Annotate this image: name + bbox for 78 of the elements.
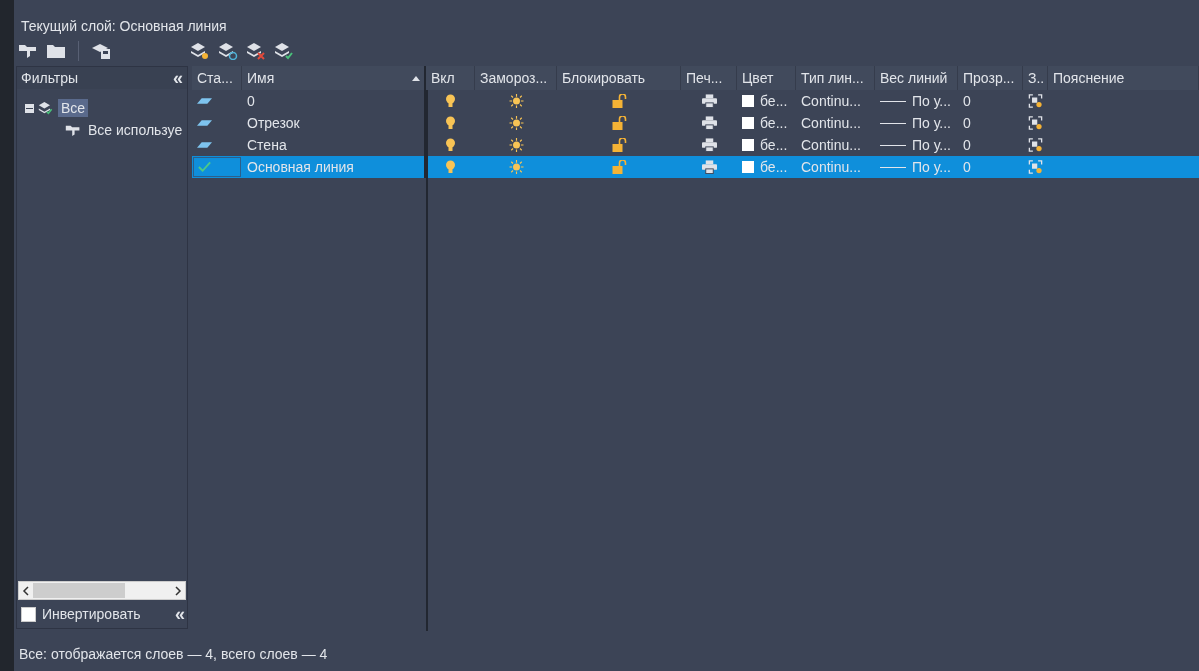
lightbulb-on-icon[interactable] bbox=[443, 116, 458, 130]
layer-row[interactable]: 0 бе... Continu... По у... 0 bbox=[192, 90, 1199, 112]
transparency-value: 0 bbox=[963, 115, 971, 131]
column-header[interactable]: Вкл bbox=[426, 66, 475, 90]
layer-name: Основная линия bbox=[247, 159, 354, 175]
column-header[interactable]: Прозр... bbox=[958, 66, 1023, 90]
transparency-value: 0 bbox=[963, 159, 971, 175]
open-lock-icon[interactable] bbox=[611, 94, 627, 108]
open-lock-icon[interactable] bbox=[611, 116, 627, 130]
viewport-freeze-icon[interactable] bbox=[1028, 138, 1043, 152]
transparency-value: 0 bbox=[963, 93, 971, 109]
sort-ascending-icon bbox=[412, 76, 420, 81]
collapse-button[interactable]: « bbox=[171, 69, 185, 87]
folder-icon[interactable] bbox=[46, 42, 66, 60]
tree-item[interactable]: Все используе bbox=[85, 121, 186, 139]
invert-checkbox[interactable] bbox=[21, 606, 36, 622]
column-header[interactable]: Вес линий bbox=[875, 66, 958, 90]
status-text: Все: отображается слоев — 4, всего слоев — 4 bbox=[18, 645, 329, 664]
invert-label: Инвертировать bbox=[42, 606, 141, 622]
viewport-freeze-icon[interactable] bbox=[1028, 116, 1043, 130]
column-header[interactable]: Пояснение bbox=[1048, 66, 1199, 90]
column-header[interactable]: Замороз... bbox=[475, 66, 557, 90]
filter-folder-icon[interactable] bbox=[18, 42, 38, 60]
collapse-button[interactable]: « bbox=[173, 605, 187, 623]
set-current-icon[interactable] bbox=[274, 42, 294, 60]
color-swatch[interactable] bbox=[742, 139, 754, 151]
column-header[interactable]: Ста... bbox=[192, 66, 242, 90]
layer-row[interactable]: Отрезок бе... Continu... По у... 0 bbox=[192, 112, 1199, 134]
sun-icon[interactable] bbox=[508, 94, 524, 108]
layer-name: Стена bbox=[247, 137, 287, 153]
lineweight-line bbox=[880, 122, 906, 124]
column-header[interactable]: З.. bbox=[1023, 66, 1048, 90]
linetype-value: Continu... bbox=[801, 159, 861, 175]
lineweight-line bbox=[880, 144, 906, 146]
printer-icon[interactable] bbox=[701, 138, 717, 152]
printer-icon[interactable] bbox=[701, 94, 717, 108]
lineweight-line bbox=[880, 100, 906, 102]
layer-states-icon[interactable] bbox=[91, 42, 111, 60]
color-name: бе... bbox=[760, 115, 788, 131]
lineweight-line bbox=[880, 166, 906, 168]
lineweight-value: По у... bbox=[912, 115, 951, 131]
lineweight-value: По у... bbox=[912, 159, 951, 175]
layer-name: 0 bbox=[247, 93, 255, 109]
color-name: бе... bbox=[760, 93, 788, 109]
sun-icon[interactable] bbox=[508, 138, 524, 152]
printer-icon[interactable] bbox=[701, 116, 717, 130]
linetype-value: Continu... bbox=[801, 115, 861, 131]
lineweight-value: По у... bbox=[912, 93, 951, 109]
filters-header: Фильтры bbox=[21, 70, 79, 86]
lightbulb-on-icon[interactable] bbox=[443, 138, 458, 152]
viewport-freeze-icon[interactable] bbox=[1028, 94, 1043, 108]
printer-icon[interactable] bbox=[701, 160, 717, 174]
color-name: бе... bbox=[760, 159, 788, 175]
current-layer-label: Текущий слой: Основная линия bbox=[21, 18, 228, 36]
linetype-value: Continu... bbox=[801, 137, 861, 153]
lightbulb-on-icon[interactable] bbox=[443, 94, 458, 108]
column-header[interactable]: Печ... bbox=[681, 66, 737, 90]
lineweight-value: По у... bbox=[912, 137, 951, 153]
tree-item[interactable]: Все bbox=[58, 99, 89, 117]
transparency-value: 0 bbox=[963, 137, 971, 153]
delete-layer-icon[interactable] bbox=[246, 42, 266, 60]
color-swatch[interactable] bbox=[742, 117, 754, 129]
color-swatch[interactable] bbox=[742, 95, 754, 107]
color-name: бе... bbox=[760, 137, 788, 153]
column-header[interactable]: Тип лин... bbox=[796, 66, 875, 90]
column-header[interactable]: Блокировать bbox=[557, 66, 681, 90]
new-frozen-layer-icon[interactable] bbox=[218, 42, 238, 60]
collapse-toggle-icon[interactable] bbox=[25, 103, 34, 113]
column-header[interactable]: Цвет bbox=[737, 66, 796, 90]
new-layer-icon[interactable] bbox=[190, 42, 210, 60]
sun-icon[interactable] bbox=[508, 116, 524, 130]
layers-icon bbox=[38, 100, 54, 116]
color-swatch[interactable] bbox=[742, 161, 754, 173]
layer-name: Отрезок bbox=[247, 115, 300, 131]
linetype-value: Continu... bbox=[801, 93, 861, 109]
horizontal-scrollbar[interactable] bbox=[18, 581, 186, 600]
column-header[interactable]: Имя bbox=[242, 66, 426, 90]
open-lock-icon[interactable] bbox=[611, 138, 627, 152]
